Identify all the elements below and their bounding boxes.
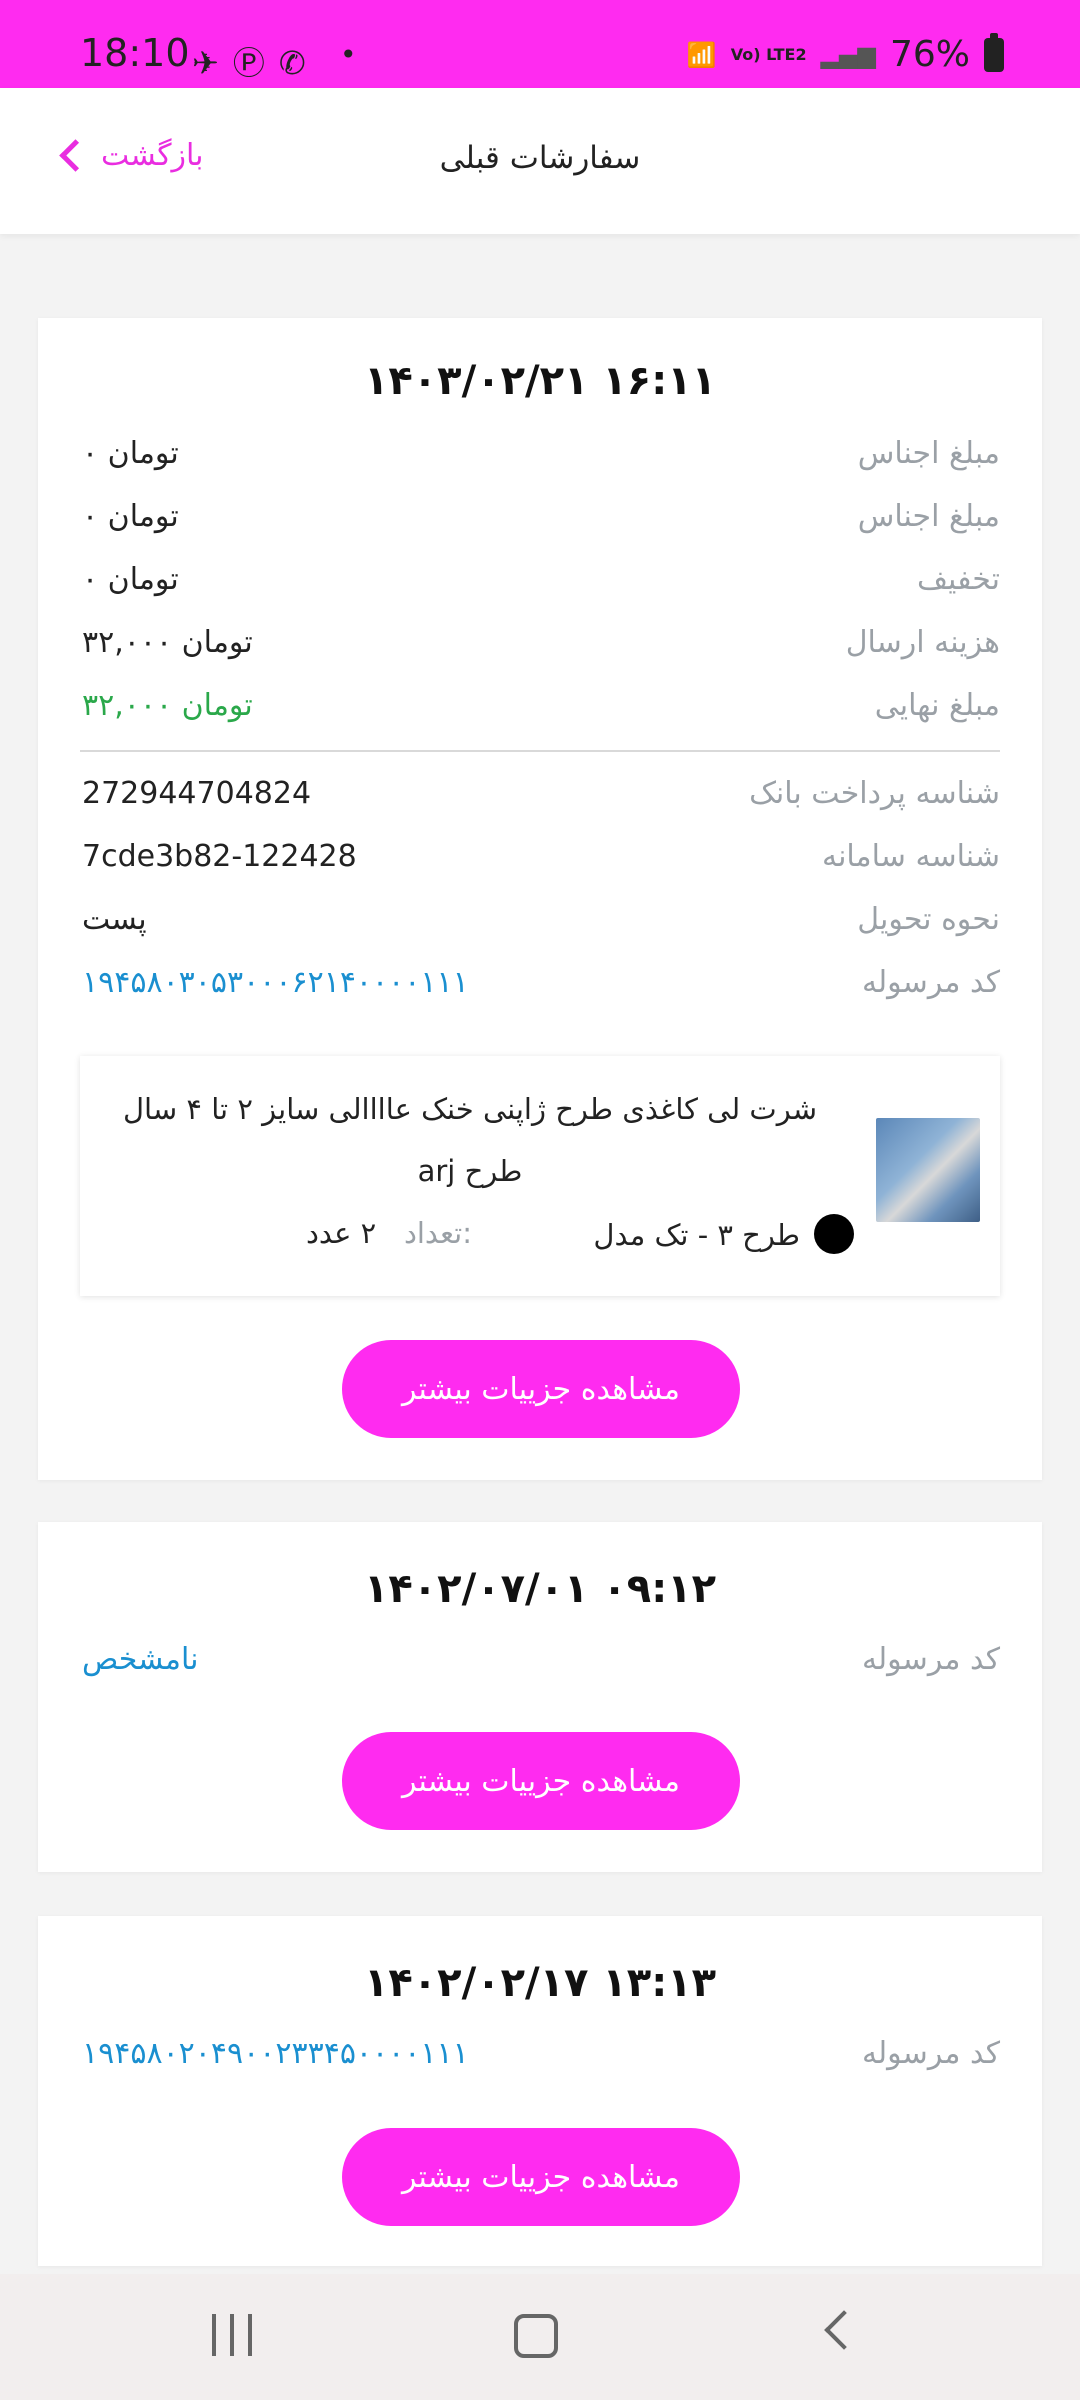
order-row: هزینه ارسال ۳۲,۰۰۰ تومان: [38, 615, 1042, 678]
row-value: 7cde3b82-122428: [82, 839, 357, 874]
battery-percent: 76%: [889, 34, 970, 75]
order-row: مبلغ اجناس ۰ تومان: [38, 489, 1042, 552]
order-row: کد مرسوله ۱۹۴۵۸۰۲۰۴۹۰۰۲۳۳۴۵۰۰۰۰۱۱۱: [38, 2026, 1042, 2089]
status-right: 📶 Vo) LTE2 ▂▄▆ 76%: [686, 32, 1004, 75]
row-value: پست: [82, 902, 147, 937]
row-value: ۰ تومان: [82, 499, 179, 534]
row-label: مبلغ نهایی: [874, 688, 1000, 723]
divider: [80, 750, 1000, 752]
battery-icon: [984, 32, 1004, 72]
view-details-button[interactable]: مشاهده جزییات بیشتر: [342, 1732, 740, 1830]
row-label: هزینه ارسال: [845, 625, 1000, 660]
home-button[interactable]: [514, 2314, 558, 2358]
row-label: تخفیف: [917, 562, 1000, 597]
app-header: بازگشت سفارشات قبلی: [0, 88, 1080, 234]
row-value: ۰ تومان: [82, 562, 179, 597]
product-title: شرت لی کاغذی طرح ژاپنی خنک عاااالی سایز …: [122, 1092, 818, 1188]
row-label: شناسه پرداخت بانک: [749, 776, 1000, 811]
row-value: ۳۲,۰۰۰ تومان: [82, 625, 253, 660]
page-title: سفارشات قبلی: [439, 140, 641, 176]
row-label: مبلغ اجناس: [857, 436, 1000, 471]
order-row: تخفیف ۰ تومان: [38, 552, 1042, 615]
row-label: کد مرسوله: [861, 965, 1000, 1000]
id-rows: شناسه پرداخت بانک 272944704824 شناسه سام…: [38, 766, 1042, 1018]
order-row: شناسه پرداخت بانک 272944704824: [38, 766, 1042, 829]
status-notification-icons: ✈Ⓟ✆: [192, 38, 320, 84]
recents-icon-bar: [230, 2314, 234, 2356]
row-value: 272944704824: [82, 776, 312, 811]
order-date: ۱۴۰۲/۰۷/۰۱ ۰۹:۱۲: [363, 1566, 717, 1612]
order-date: ۱۴۰۲/۰۲/۱۷ ۱۳:۱۳: [363, 1960, 717, 2006]
order-row: کد مرسوله نامشخص: [38, 1632, 1042, 1695]
order-row: نحوه تحویل پست: [38, 892, 1042, 955]
view-details-button[interactable]: مشاهده جزییات بیشتر: [342, 1340, 740, 1438]
order-card: ۱۴۰۲/۰۷/۰۱ ۰۹:۱۲ کد مرسوله نامشخص مشاهده…: [38, 1522, 1042, 1872]
order-date: ۱۴۰۳/۰۲/۲۱ ۱۶:۱۱: [363, 358, 717, 404]
signal-icon: ▂▄▆: [820, 40, 876, 69]
status-bar: 18:10 ✈Ⓟ✆ • 📶 Vo) LTE2 ▂▄▆ 76%: [0, 0, 1080, 88]
order-item: شرت لی کاغذی طرح ژاپنی خنک عاااالی سایز …: [80, 1056, 1000, 1296]
back-nav-button[interactable]: [824, 2310, 864, 2350]
order-row-final: مبلغ نهایی ۳۲,۰۰۰ تومان: [38, 678, 1042, 741]
product-image: [876, 1118, 980, 1222]
order-card: ۱۴۰۲/۰۲/۱۷ ۱۳:۱۳ کد مرسوله ۱۹۴۵۸۰۲۰۴۹۰۰۲…: [38, 1916, 1042, 2266]
tracking-code[interactable]: ۱۹۴۵۸۰۲۰۴۹۰۰۲۳۳۴۵۰۰۰۰۱۱۱: [82, 2036, 469, 2071]
variant-color-swatch: [814, 1214, 854, 1254]
row-label: کد مرسوله: [861, 2036, 1000, 2071]
tracking-code[interactable]: ۱۹۴۵۸۰۳۰۵۳۰۰۰۶۲۱۴۰۰۰۰۱۱۱: [82, 965, 469, 1000]
final-amount: ۳۲,۰۰۰ تومان: [82, 688, 253, 723]
product-variant: طرح ۳ - تک مدل: [593, 1218, 800, 1252]
whatsapp-icon: ✆: [278, 44, 320, 82]
quantity-value: ۲ عدد: [306, 1216, 377, 1250]
order-row: شناسه سامانه 7cde3b82-122428: [38, 829, 1042, 892]
view-details-button[interactable]: مشاهده جزییات بیشتر: [342, 2128, 740, 2226]
row-label: شناسه سامانه: [821, 839, 1000, 874]
wifi-icon: 📶: [686, 40, 717, 69]
system-nav-bar: [0, 2274, 1080, 2400]
order-row: کد مرسوله ۱۹۴۵۸۰۳۰۵۳۰۰۰۶۲۱۴۰۰۰۰۱۱۱: [38, 955, 1042, 1018]
recents-icon: [212, 2314, 216, 2356]
order-row: مبلغ اجناس ۰ تومان: [38, 426, 1042, 489]
price-rows: مبلغ اجناس ۰ تومان مبلغ اجناس ۰ تومان تخ…: [38, 426, 1042, 741]
recents-icon-bar: [248, 2314, 252, 2356]
tracking-code: نامشخص: [82, 1642, 199, 1677]
row-value: ۰ تومان: [82, 436, 179, 471]
navigation-icon: ✈: [192, 44, 233, 82]
row-label: مبلغ اجناس: [857, 499, 1000, 534]
row-label: نحوه تحویل: [857, 902, 1000, 937]
row-label: کد مرسوله: [861, 1642, 1000, 1677]
more-notifications-dot: •: [340, 38, 357, 71]
order-card: ۱۴۰۳/۰۲/۲۱ ۱۶:۱۱ مبلغ اجناس ۰ تومان مبلغ…: [38, 318, 1042, 1480]
pinterest-icon: Ⓟ: [232, 44, 279, 82]
status-time: 18:10: [80, 31, 190, 75]
network-label: Vo) LTE2: [730, 44, 807, 64]
quantity-label: تعداد:: [403, 1216, 472, 1250]
recent-apps-button[interactable]: [212, 2314, 266, 2360]
